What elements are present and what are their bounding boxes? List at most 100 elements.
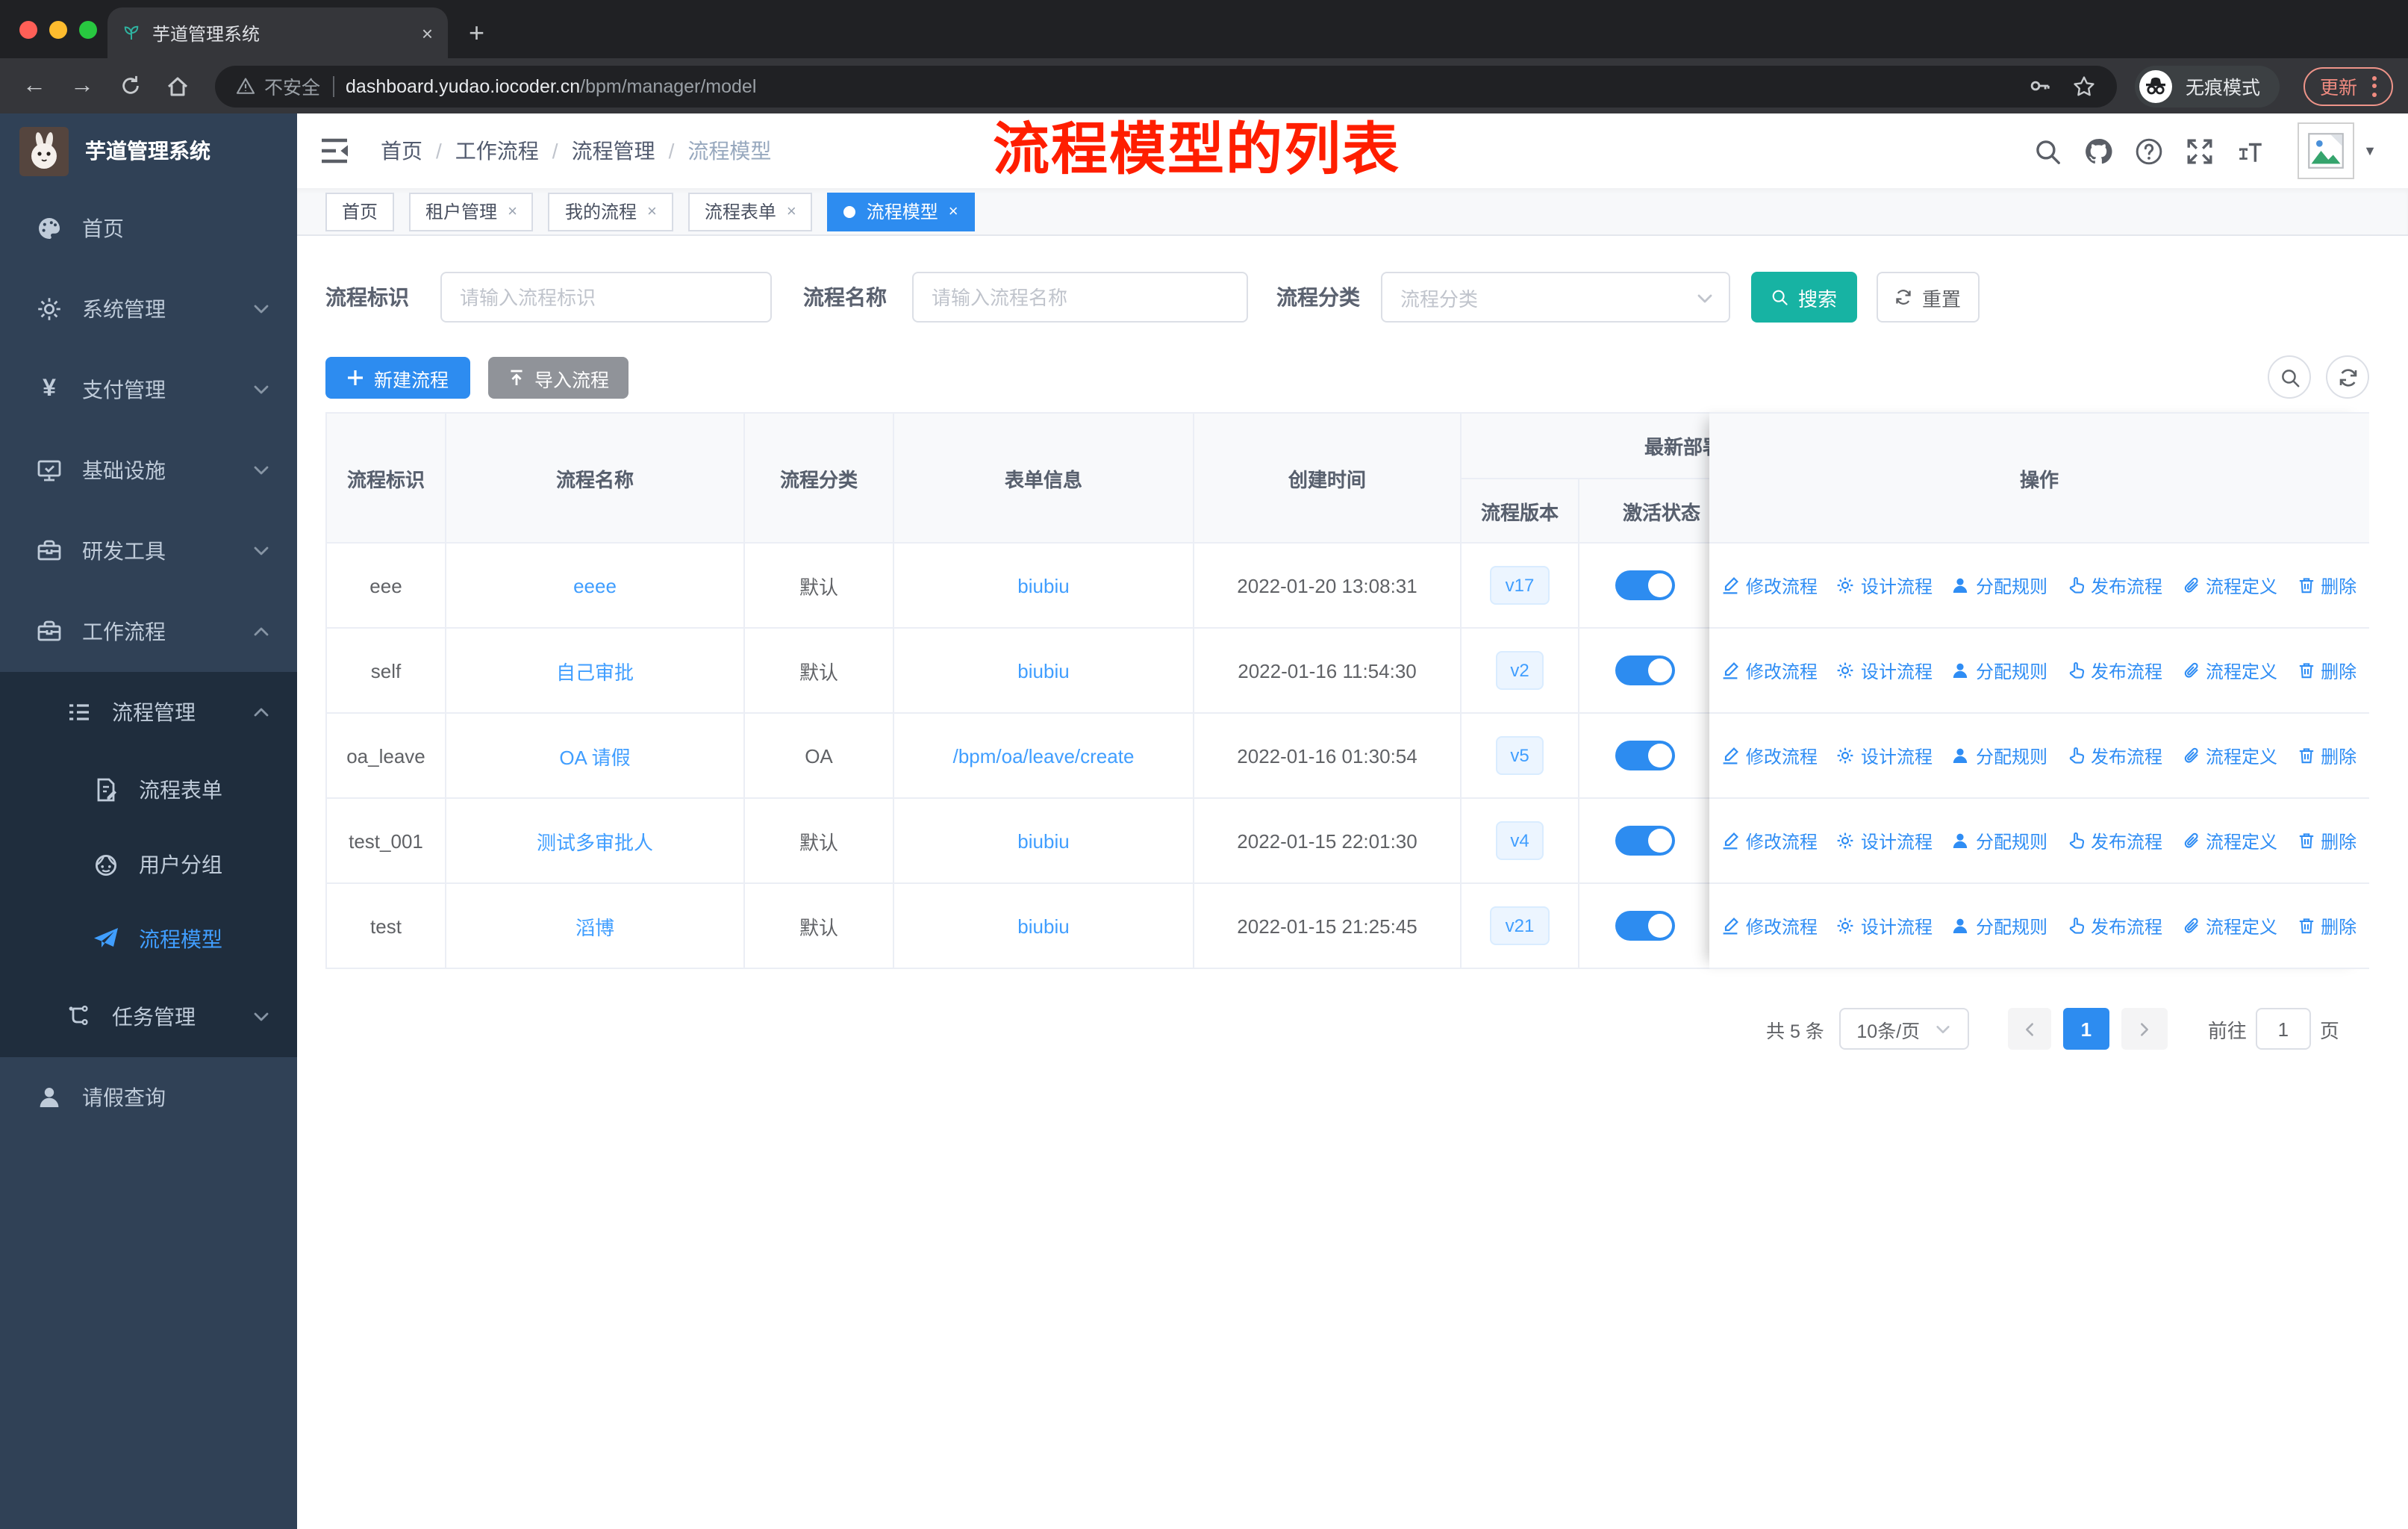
sidebar-item-user-group[interactable]: 用户分组 [0, 827, 297, 902]
help-icon[interactable] [2135, 137, 2163, 165]
reload-button[interactable] [110, 66, 149, 105]
form-link[interactable]: /bpm/oa/leave/create [953, 744, 1135, 767]
table-search-toggle-button[interactable] [2268, 355, 2311, 399]
process-key-input[interactable] [440, 272, 772, 323]
delete-action[interactable]: 删除 [2297, 828, 2356, 853]
browser-menu-icon[interactable] [2372, 75, 2377, 96]
active-toggle[interactable] [1615, 826, 1674, 856]
github-icon[interactable] [2084, 137, 2112, 165]
assign-rule-action[interactable]: 分配规则 [1952, 743, 2047, 768]
home-button[interactable] [158, 66, 197, 105]
sidebar-item-system[interactable]: 系统管理 [0, 269, 297, 349]
design-process-action[interactable]: 设计流程 [1837, 743, 1933, 768]
publish-process-action[interactable]: 发布流程 [2067, 743, 2162, 768]
publish-process-action[interactable]: 发布流程 [2067, 573, 2162, 598]
assign-rule-action[interactable]: 分配规则 [1952, 573, 2047, 598]
sidebar-item-infra[interactable]: 基础设施 [0, 430, 297, 511]
process-name-link[interactable]: 滔博 [576, 912, 614, 940]
publish-process-action[interactable]: 发布流程 [2067, 913, 2162, 938]
delete-action[interactable]: 删除 [2297, 573, 2356, 598]
import-process-button[interactable]: 导入流程 [488, 357, 628, 399]
new-tab-button[interactable]: + [469, 7, 484, 58]
active-toggle[interactable] [1615, 655, 1674, 685]
window-close-button[interactable] [19, 21, 37, 39]
edit-process-action[interactable]: 修改流程 [1722, 658, 1818, 683]
window-zoom-button[interactable] [79, 21, 97, 39]
tab-close-icon[interactable]: × [422, 22, 433, 44]
tag-home[interactable]: 首页 [325, 192, 395, 231]
breadcrumb-item[interactable]: 流程管理 [572, 136, 655, 166]
edit-process-action[interactable]: 修改流程 [1722, 743, 1818, 768]
tag-close-icon[interactable]: × [949, 202, 958, 220]
next-page-button[interactable] [2121, 1008, 2168, 1050]
page-number-current[interactable]: 1 [2062, 1008, 2109, 1050]
form-link[interactable]: biubiu [1017, 574, 1069, 597]
delete-action[interactable]: 删除 [2297, 913, 2356, 938]
bookmark-star-icon[interactable] [2072, 74, 2096, 98]
sidebar-item-workflow[interactable]: 工作流程 [0, 591, 297, 672]
design-process-action[interactable]: 设计流程 [1837, 828, 1933, 853]
process-definition-action[interactable]: 流程定义 [2182, 913, 2277, 938]
delete-action[interactable]: 删除 [2297, 658, 2356, 683]
avatar-caret-icon[interactable]: ▼ [2363, 143, 2377, 158]
reset-button[interactable]: 重置 [1877, 272, 1980, 323]
sidebar-fold-icon[interactable] [319, 136, 349, 166]
form-link[interactable]: biubiu [1017, 659, 1069, 682]
tag-close-icon[interactable]: × [508, 202, 517, 220]
tag-process-form[interactable]: 流程表单 × [687, 192, 813, 231]
table-refresh-button[interactable] [2326, 355, 2369, 399]
edit-process-action[interactable]: 修改流程 [1722, 573, 1818, 598]
browser-menu-update-button[interactable]: 更新 [2303, 66, 2393, 105]
security-indicator[interactable]: 不安全 [236, 72, 320, 100]
prev-page-button[interactable] [2007, 1008, 2051, 1050]
sidebar-item-process-management[interactable]: 流程管理 [0, 672, 297, 753]
process-name-link[interactable]: 测试多审批人 [537, 826, 653, 855]
sidebar-item-process-model[interactable]: 流程模型 [0, 902, 297, 977]
tag-my-process[interactable]: 我的流程 × [548, 192, 673, 231]
search-button[interactable]: 搜索 [1751, 272, 1857, 323]
tag-tenant-management[interactable]: 租户管理 × [409, 192, 534, 231]
goto-page-input[interactable] [2255, 1008, 2311, 1050]
process-name-link[interactable]: 自己审批 [556, 656, 634, 685]
form-link[interactable]: biubiu [1017, 915, 1069, 937]
breadcrumb-item[interactable]: 首页 [381, 136, 422, 166]
assign-rule-action[interactable]: 分配规则 [1952, 913, 2047, 938]
process-definition-action[interactable]: 流程定义 [2182, 828, 2277, 853]
active-toggle[interactable] [1615, 911, 1674, 941]
design-process-action[interactable]: 设计流程 [1837, 658, 1933, 683]
browser-tab[interactable]: 芋道管理系统 × [107, 7, 448, 58]
breadcrumb-item[interactable]: 工作流程 [455, 136, 539, 166]
process-name-link[interactable]: eeee [573, 574, 617, 597]
active-toggle[interactable] [1615, 741, 1674, 770]
search-icon[interactable] [2033, 137, 2062, 165]
sidebar-item-task-management[interactable]: 任务管理 [0, 977, 297, 1057]
sidebar-item-home[interactable]: 首页 [0, 188, 297, 269]
fullscreen-icon[interactable] [2186, 137, 2214, 165]
process-name-link[interactable]: OA 请假 [559, 741, 630, 770]
publish-process-action[interactable]: 发布流程 [2067, 658, 2162, 683]
key-icon[interactable] [2029, 75, 2051, 97]
address-bar[interactable]: 不安全 dashboard.yudao.iocoder.cn/bpm/manag… [215, 65, 2117, 107]
process-definition-action[interactable]: 流程定义 [2182, 658, 2277, 683]
process-category-select[interactable]: 流程分类 [1381, 272, 1730, 323]
publish-process-action[interactable]: 发布流程 [2067, 828, 2162, 853]
tag-process-model[interactable]: 流程模型 × [827, 192, 975, 231]
window-minimize-button[interactable] [49, 21, 67, 39]
create-process-button[interactable]: 新建流程 [325, 357, 470, 399]
edit-process-action[interactable]: 修改流程 [1722, 913, 1818, 938]
edit-process-action[interactable]: 修改流程 [1722, 828, 1818, 853]
sidebar-item-leave-query[interactable]: 请假查询 [0, 1057, 297, 1138]
tag-close-icon[interactable]: × [647, 202, 657, 220]
user-avatar[interactable] [2298, 122, 2354, 179]
tag-close-icon[interactable]: × [787, 202, 796, 220]
sidebar-item-process-form[interactable]: 流程表单 [0, 753, 297, 827]
forward-button[interactable]: → [63, 66, 102, 105]
design-process-action[interactable]: 设计流程 [1837, 913, 1933, 938]
active-toggle[interactable] [1615, 570, 1674, 600]
delete-action[interactable]: 删除 [2297, 743, 2356, 768]
process-name-input[interactable] [912, 272, 1248, 323]
form-link[interactable]: biubiu [1017, 829, 1069, 852]
page-size-select[interactable]: 10条/页 [1838, 1008, 1969, 1050]
font-size-icon[interactable] [2236, 137, 2265, 165]
sidebar-item-devtools[interactable]: 研发工具 [0, 511, 297, 591]
